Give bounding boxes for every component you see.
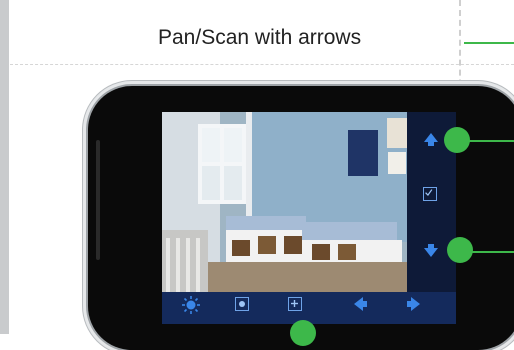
caption-leader-line	[464, 42, 514, 44]
callout-dot-down	[447, 237, 473, 263]
arrow-left-icon[interactable]	[353, 296, 369, 312]
checkbox-icon[interactable]	[423, 187, 437, 201]
arrow-right-icon[interactable]	[405, 296, 421, 312]
left-gray-bar	[0, 0, 9, 334]
callout-dot-up	[444, 127, 470, 153]
record-icon[interactable]	[235, 297, 249, 311]
phone-edge-highlight	[96, 140, 100, 260]
brightness-icon[interactable]	[181, 295, 201, 315]
screen-overlay	[162, 112, 456, 324]
zoom-icon[interactable]	[288, 297, 302, 311]
camera-screen	[162, 112, 456, 324]
callout-caption: Pan/Scan with arrows	[158, 26, 362, 49]
callout-dot-bottom	[290, 320, 316, 346]
arrow-down-icon[interactable]	[423, 242, 439, 258]
arrow-up-icon[interactable]	[423, 132, 439, 148]
guide-line-horizontal	[10, 64, 514, 65]
